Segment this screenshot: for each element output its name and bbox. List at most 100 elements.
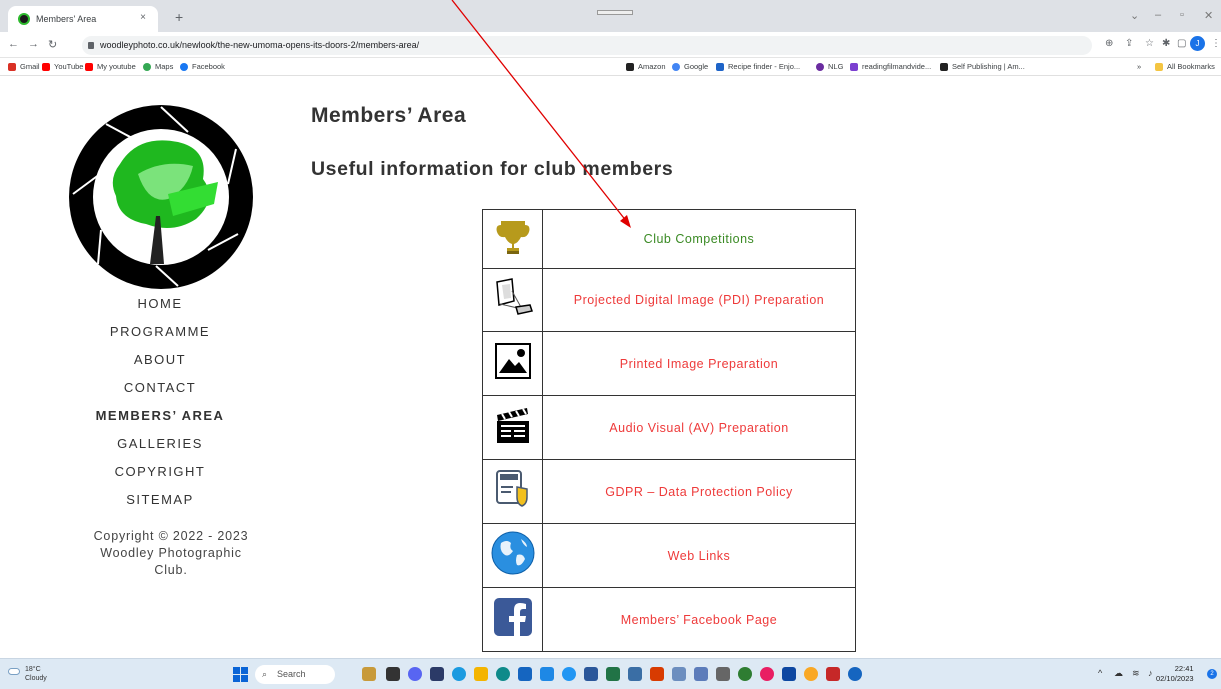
link-web-links[interactable]: Web Links: [542, 523, 856, 588]
bookmarks-overflow-button[interactable]: »: [1137, 62, 1141, 71]
taskbar-clock[interactable]: 22:41 02/10/2023: [1156, 664, 1194, 684]
nav-copyright[interactable]: COPYRIGHT: [60, 458, 260, 486]
table-row: Club Competitions: [482, 209, 856, 269]
forward-arrow-icon[interactable]: →: [28, 38, 39, 50]
link-pdi-preparation[interactable]: Projected Digital Image (PDI) Preparatio…: [542, 268, 856, 332]
taskbar-app-mail-icon[interactable]: [672, 667, 686, 681]
nav-about[interactable]: ABOUT: [60, 346, 260, 374]
browser-tab-strip: Members' Area × + ⌄ – ▫ ✕: [0, 0, 1221, 32]
bookmark-facebook[interactable]: Facebook: [180, 62, 225, 71]
image-icon[interactable]: [482, 331, 543, 396]
close-window-icon[interactable]: ✕: [1204, 9, 1213, 22]
taskbar-app-outlook-icon[interactable]: [628, 667, 642, 681]
bookmark-readingfilm[interactable]: readingfilmandvide...: [850, 62, 931, 71]
link-members-facebook-page[interactable]: Members’ Facebook Page: [542, 587, 856, 652]
link-club-competitions[interactable]: Club Competitions: [542, 209, 856, 269]
bookmark-youtube[interactable]: YouTube: [42, 62, 83, 71]
windows-start-icon[interactable]: [233, 667, 248, 682]
bookmark-nlg[interactable]: NLG: [816, 62, 843, 71]
page-title: Members’ Area: [311, 104, 467, 127]
nav-members-area[interactable]: MEMBERS’ AREA: [60, 402, 260, 430]
taskbar-app-browser-icon[interactable]: [562, 667, 576, 681]
link-printed-image-preparation[interactable]: Printed Image Preparation: [542, 331, 856, 396]
trophy-icon[interactable]: [482, 209, 543, 269]
minimize-icon[interactable]: –: [1155, 9, 1161, 21]
table-row: Audio Visual (AV) Preparation: [482, 395, 856, 460]
restore-icon[interactable]: ▫: [1180, 9, 1184, 21]
bookmark-star-icon[interactable]: ☆: [1145, 38, 1154, 49]
bookmark-maps[interactable]: Maps: [143, 62, 173, 71]
link-gdpr-policy[interactable]: GDPR – Data Protection Policy: [542, 459, 856, 524]
zoom-icon[interactable]: ⊕: [1105, 38, 1113, 49]
volume-icon[interactable]: ♪: [1148, 668, 1153, 678]
profile-avatar[interactable]: J: [1190, 36, 1205, 51]
taskbar-search[interactable]: ⌕ Search: [255, 665, 335, 684]
taskbar-app-calendar-icon[interactable]: [540, 667, 554, 681]
facebook-icon[interactable]: [482, 587, 543, 652]
taskbar-app-tool-icon[interactable]: [716, 667, 730, 681]
taskbar-app-explorer-icon[interactable]: [474, 667, 488, 681]
tab-search-icon[interactable]: ⌄: [1130, 9, 1139, 22]
taskbar-app-photos-icon[interactable]: [362, 667, 376, 681]
bookmark-google[interactable]: Google: [672, 62, 708, 71]
browser-toolbar: ← → ↻ woodleyphoto.co.uk/newlook/the-new…: [0, 32, 1221, 58]
bookmark-my-youtube[interactable]: My youtube: [85, 62, 136, 71]
notification-badge[interactable]: 2: [1207, 669, 1217, 679]
taskbar-app-chrome-icon[interactable]: [452, 667, 466, 681]
link-av-preparation[interactable]: Audio Visual (AV) Preparation: [542, 395, 856, 460]
all-bookmarks-folder[interactable]: All Bookmarks: [1155, 62, 1215, 71]
taskbar-app-store-icon[interactable]: [518, 667, 532, 681]
table-row: GDPR – Data Protection Policy: [482, 459, 856, 524]
bookmark-gmail[interactable]: Gmail: [8, 62, 40, 71]
nav-contact[interactable]: CONTACT: [60, 374, 260, 402]
back-arrow-icon[interactable]: ←: [8, 38, 19, 50]
copyright-notice: Copyright © 2022 - 2023 Woodley Photogra…: [93, 529, 249, 577]
projector-icon[interactable]: [482, 268, 543, 332]
wifi-icon[interactable]: ≋: [1132, 668, 1140, 679]
taskbar-app-headphones-icon[interactable]: [848, 667, 862, 681]
bookmark-recipe-finder[interactable]: Recipe finder - Enjo...: [716, 62, 800, 71]
taskbar-app-excel-icon[interactable]: [606, 667, 620, 681]
new-tab-button[interactable]: +: [175, 9, 183, 25]
taskbar-app-globe-icon[interactable]: [738, 667, 752, 681]
taskbar-app-word-icon[interactable]: [584, 667, 598, 681]
address-bar[interactable]: woodleyphoto.co.uk/newlook/the-new-umoma…: [82, 36, 1092, 55]
search-icon: ⌕: [262, 669, 268, 679]
club-logo-icon[interactable]: [68, 104, 254, 290]
weather-widget[interactable]: 18°C Cloudy: [8, 665, 47, 683]
clapperboard-icon[interactable]: [482, 395, 543, 460]
taskbar-app-powerpoint-icon[interactable]: [650, 667, 664, 681]
browser-tab-members-area[interactable]: Members' Area ×: [8, 6, 158, 32]
nav-home[interactable]: HOME: [60, 290, 260, 318]
nav-galleries[interactable]: GALLERIES: [60, 430, 260, 458]
bookmark-amazon[interactable]: Amazon: [626, 62, 666, 71]
taskbar-app-widget-icon[interactable]: [430, 667, 444, 681]
nav-programme[interactable]: PROGRAMME: [60, 318, 260, 346]
taskbar-app-sun-icon[interactable]: [804, 667, 818, 681]
taskbar-app-network-icon[interactable]: [694, 667, 708, 681]
table-row: Members’ Facebook Page: [482, 587, 856, 652]
menu-icon[interactable]: ⋮: [1211, 38, 1221, 49]
gdpr-shield-icon[interactable]: [482, 459, 543, 524]
taskbar-app-edge-icon[interactable]: [496, 667, 510, 681]
reload-icon[interactable]: ↻: [48, 38, 57, 51]
share-icon[interactable]: ⇪: [1125, 38, 1133, 49]
onedrive-icon[interactable]: ☁: [1114, 668, 1123, 679]
tray-overflow-icon[interactable]: ^: [1098, 668, 1102, 678]
taskbar-app-music-icon[interactable]: [760, 667, 774, 681]
taskbar-app-task-view-icon[interactable]: [386, 667, 400, 681]
taskbar-app-photoshop-icon[interactable]: [782, 667, 796, 681]
tab-close-icon[interactable]: ×: [140, 12, 146, 23]
extensions-icon[interactable]: ✱: [1162, 38, 1170, 49]
windows-taskbar: 18°C Cloudy ⌕ Search ^ ☁ ≋ ♪ 22:41 02/10…: [0, 658, 1221, 689]
cloud-icon: [8, 668, 20, 675]
taskbar-app-games-icon[interactable]: [826, 667, 840, 681]
taskbar-app-chat-icon[interactable]: [408, 667, 422, 681]
bookmark-self-publishing[interactable]: Self Publishing | Am...: [940, 62, 1025, 71]
globe-icon[interactable]: [482, 523, 543, 588]
table-row: Web Links: [482, 523, 856, 588]
page-subtitle: Useful information for club members: [311, 158, 674, 180]
nav-sitemap[interactable]: SITEMAP: [60, 486, 260, 514]
web-page: HOME PROGRAMME ABOUT CONTACT MEMBERS’ AR…: [0, 76, 1221, 658]
side-panel-icon[interactable]: ▢: [1177, 38, 1186, 49]
